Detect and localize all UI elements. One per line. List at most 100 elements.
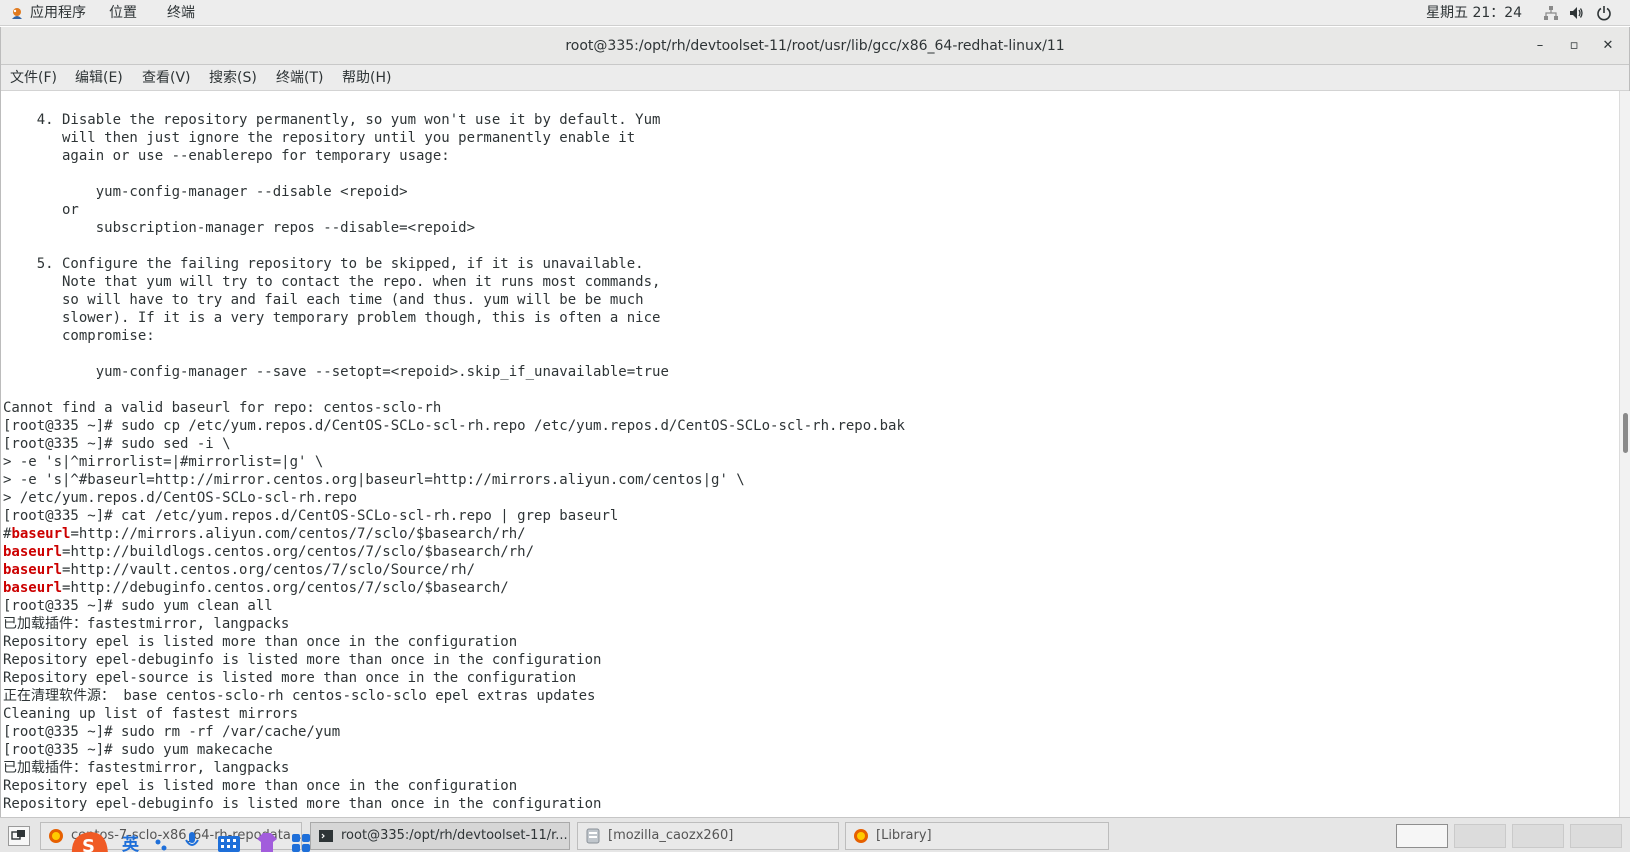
terminal-text: subscription-manager repos --disable=<re…	[3, 220, 476, 236]
show-desktop-icon	[11, 830, 25, 840]
window-titlebar[interactable]: root@335:/opt/rh/devtoolset-11/root/usr/…	[1, 27, 1629, 65]
terminal-lines: 4. Disable the repository permanently, s…	[3, 111, 905, 813]
terminal-line: baseurl=http://vault.centos.org/centos/7…	[3, 561, 905, 579]
sogou-logo-icon[interactable]: S	[66, 826, 112, 852]
applications-menu[interactable]: 应用程序	[30, 0, 86, 26]
terminal-text: Cleaning up list of fastest mirrors	[3, 706, 299, 722]
terminal-text: Note that yum will try to contact the re…	[3, 274, 661, 290]
terminal-line: baseurl=http://buildlogs.centos.org/cent…	[3, 543, 905, 561]
scrollbar-thumb[interactable]	[1623, 413, 1628, 453]
terminal-text: Repository epel-source is listed more th…	[3, 670, 577, 686]
terminal-text: yum-config-manager --save --setopt=<repo…	[3, 364, 669, 380]
ime-toolbar: S 英	[62, 826, 332, 852]
menu-search[interactable]: 搜索(S)	[209, 65, 257, 91]
network-icon[interactable]	[1543, 5, 1559, 21]
terminal-text: =http://vault.centos.org/centos/7/sclo/S…	[62, 562, 476, 578]
terminal-text: [root@335 ~]# sudo sed -i \	[3, 436, 231, 452]
terminal-line: Repository epel is listed more than once…	[3, 777, 905, 795]
task-label: [mozilla_caozx260]	[608, 828, 734, 843]
terminal-line: Note that yum will try to contact the re…	[3, 273, 905, 291]
menu-view[interactable]: 查看(V)	[142, 65, 191, 91]
terminal-text: 已加载插件：fastestmirror, langpacks	[3, 760, 290, 776]
terminal-line: yum-config-manager --save --setopt=<repo…	[3, 363, 905, 381]
microphone-icon[interactable]	[184, 830, 200, 852]
terminal-text: 正在清理软件源： base centos-sclo-rh centos-sclo…	[3, 688, 596, 704]
terminal-text: Cannot find a valid baseurl for repo: ce…	[3, 400, 442, 416]
terminal-text: slower). If it is a very temporary probl…	[3, 310, 661, 326]
clock[interactable]: 星期五 21：24	[1426, 0, 1522, 26]
terminal-text: Repository epel is listed more than once…	[3, 634, 518, 650]
maximize-button[interactable]: ▫	[1565, 37, 1583, 55]
ime-language-toggle[interactable]: 英	[122, 830, 139, 852]
terminal-text: [root@335 ~]# sudo yum makecache	[3, 742, 273, 758]
punctuation-icon[interactable]	[154, 836, 168, 852]
terminal-line: [root@335 ~]# sudo rm -rf /var/cache/yum	[3, 723, 905, 741]
terminal-line: baseurl=http://debuginfo.centos.org/cent…	[3, 579, 905, 597]
keyboard-icon[interactable]	[217, 832, 241, 852]
applications-icon[interactable]	[10, 7, 24, 21]
terminal-line: Cannot find a valid baseurl for repo: ce…	[3, 399, 905, 417]
terminal-line: [root@335 ~]# sudo yum clean all	[3, 597, 905, 615]
terminal-line: 4. Disable the repository permanently, s…	[3, 111, 905, 129]
scrollbar[interactable]	[1619, 91, 1630, 817]
terminal-line: subscription-manager repos --disable=<re…	[3, 219, 905, 237]
skin-icon[interactable]	[255, 831, 279, 852]
volume-icon[interactable]	[1568, 5, 1584, 21]
terminal-line: Repository epel-debuginfo is listed more…	[3, 795, 905, 813]
menu-edit[interactable]: 编辑(E)	[75, 65, 123, 91]
workspace-4[interactable]	[1570, 824, 1622, 848]
workspace-3[interactable]	[1512, 824, 1564, 848]
grep-match-highlight: baseurl	[11, 526, 71, 542]
terminal-text: so will have to try and fail each time (…	[3, 292, 644, 308]
terminal-line: Repository epel-source is listed more th…	[3, 669, 905, 687]
terminal-line: [root@335 ~]# sudo cp /etc/yum.repos.d/C…	[3, 417, 905, 435]
grep-match-highlight: baseurl	[3, 580, 63, 596]
terminal-text: =http://mirrors.aliyun.com/centos/7/sclo…	[70, 526, 526, 542]
menu-help[interactable]: 帮助(H)	[342, 65, 391, 91]
task-terminal[interactable]: root@335:/opt/rh/devtoolset-11/r...	[310, 822, 570, 850]
menu-file[interactable]: 文件(F)	[10, 65, 57, 91]
workspace-2[interactable]	[1454, 824, 1506, 848]
terminal-line: Cleaning up list of fastest mirrors	[3, 705, 905, 723]
workspace-1[interactable]	[1396, 824, 1448, 848]
toolbox-icon[interactable]	[290, 832, 312, 852]
terminal-line: #baseurl=http://mirrors.aliyun.com/cento…	[3, 525, 905, 543]
task-label: root@335:/opt/rh/devtoolset-11/r...	[341, 828, 568, 843]
terminal-line: compromise:	[3, 327, 905, 345]
terminal-line: > -e 's|^#baseurl=http://mirror.centos.o…	[3, 471, 905, 489]
close-button[interactable]: ✕	[1599, 37, 1617, 55]
terminal-line: or	[3, 201, 905, 219]
terminal-text: 5. Configure the failing repository to b…	[3, 256, 644, 272]
places-menu[interactable]: 位置	[109, 0, 137, 26]
task-firefox-library[interactable]: [Library]	[845, 822, 1109, 850]
terminal-text: =http://buildlogs.centos.org/centos/7/sc…	[62, 544, 535, 560]
terminal-text: yum-config-manager --disable <repoid>	[3, 184, 408, 200]
terminal-output[interactable]: 4. Disable the repository permanently, s…	[1, 91, 1619, 817]
show-desktop-button[interactable]	[8, 826, 30, 846]
svg-text:S: S	[82, 836, 95, 852]
window-title: root@335:/opt/rh/devtoolset-11/root/usr/…	[565, 38, 1065, 54]
terminal-text: > -e 's|^mirrorlist=|#mirrorlist=|g' \	[3, 454, 324, 470]
terminal-line: slower). If it is a very temporary probl…	[3, 309, 905, 327]
terminal-text: again or use --enablerepo for temporary …	[3, 148, 450, 164]
terminal-line: 正在清理软件源： base centos-sclo-rh centos-sclo…	[3, 687, 905, 705]
terminal-text: [root@335 ~]# sudo cp /etc/yum.repos.d/C…	[3, 418, 905, 434]
terminal-text: Repository epel-debuginfo is listed more…	[3, 652, 602, 668]
terminal-text: > -e 's|^#baseurl=http://mirror.centos.o…	[3, 472, 745, 488]
terminal-line: > -e 's|^mirrorlist=|#mirrorlist=|g' \	[3, 453, 905, 471]
terminal-text: Repository epel-debuginfo is listed more…	[3, 796, 602, 812]
task-file-manager[interactable]: [mozilla_caozx260]	[577, 822, 839, 850]
terminal-line: Repository epel-debuginfo is listed more…	[3, 651, 905, 669]
top-panel: 应用程序 位置 终端 星期五 21：24	[0, 0, 1630, 26]
terminal-app-menu[interactable]: 终端	[167, 0, 195, 26]
minimize-button[interactable]: –	[1531, 37, 1549, 55]
terminal-window: root@335:/opt/rh/devtoolset-11/root/usr/…	[0, 27, 1630, 817]
terminal-text: will then just ignore the repository unt…	[3, 130, 636, 146]
menu-terminal[interactable]: 终端(T)	[276, 65, 323, 91]
terminal-text: =http://debuginfo.centos.org/centos/7/sc…	[62, 580, 509, 596]
power-icon[interactable]	[1596, 5, 1612, 21]
terminal-text: [root@335 ~]# sudo yum clean all	[3, 598, 273, 614]
grep-match-highlight: baseurl	[3, 562, 63, 578]
terminal-text: Repository epel is listed more than once…	[3, 778, 518, 794]
